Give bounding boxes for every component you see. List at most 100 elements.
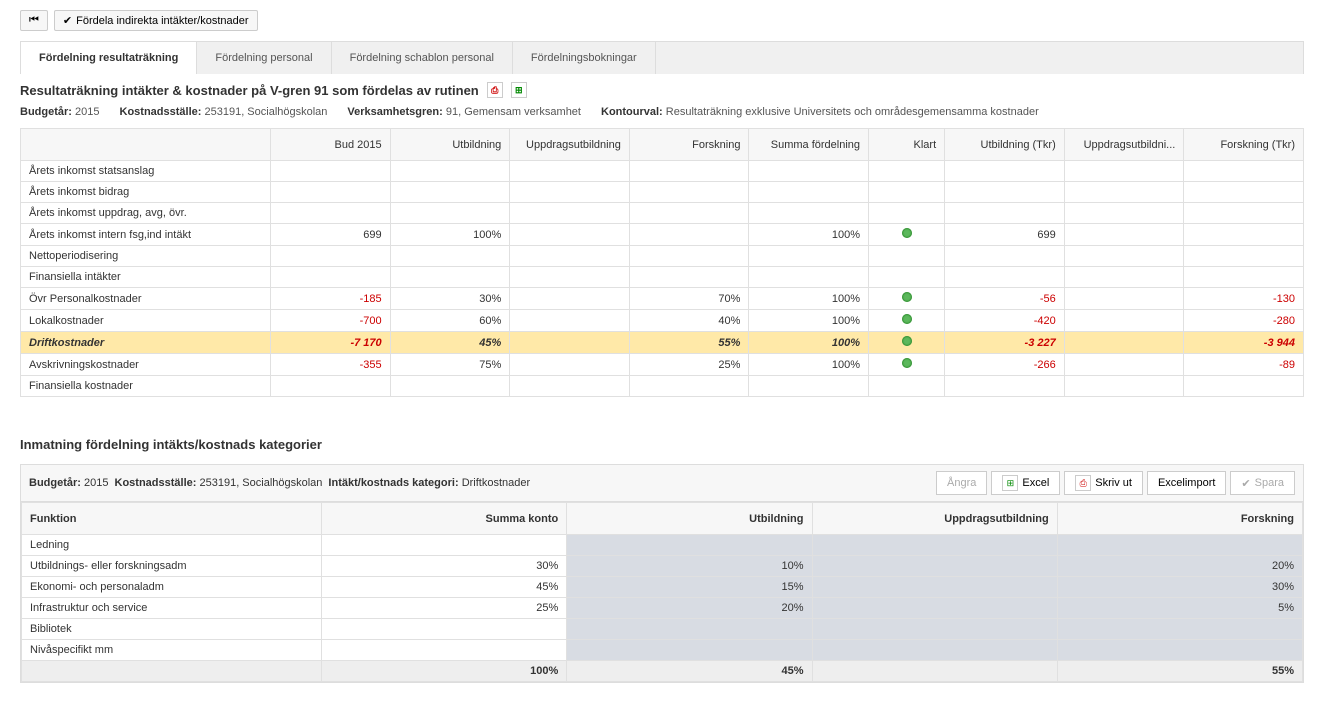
cell[interactable]: 10%: [567, 556, 812, 577]
col-uppd-tkr[interactable]: Uppdragsutbildni...: [1064, 129, 1184, 161]
cell: -700: [271, 310, 391, 332]
tab-fordelning-personal[interactable]: Fördelning personal: [197, 42, 331, 74]
cell: [510, 246, 630, 267]
excel-button[interactable]: ⊞Excel: [991, 471, 1060, 495]
cell[interactable]: [812, 640, 1057, 661]
cell[interactable]: 15%: [567, 577, 812, 598]
kontour-label: Kontourval:: [601, 106, 663, 118]
cell[interactable]: [812, 598, 1057, 619]
cell: 100%: [749, 224, 869, 246]
excelimport-button[interactable]: Excelimport: [1147, 471, 1226, 495]
cell[interactable]: 30%: [1057, 577, 1302, 598]
cell: [1184, 203, 1304, 224]
cell: [629, 224, 749, 246]
cell: Driftkostnader: [21, 332, 271, 354]
cell[interactable]: [1057, 640, 1302, 661]
col-uppd[interactable]: Uppdragsutbildning: [510, 129, 630, 161]
cell: -130: [1184, 288, 1304, 310]
table-row[interactable]: Avskrivningskostnader-35575%25%100%-266-…: [21, 354, 1304, 376]
tab-fordelning-schablon-personal[interactable]: Fördelning schablon personal: [332, 42, 513, 74]
results-table: Bud 2015 Utbildning Uppdragsutbildning F…: [20, 128, 1304, 397]
col-uppdragsutbildning[interactable]: Uppdragsutbildning: [812, 503, 1057, 535]
print-button[interactable]: ⎙Skriv ut: [1064, 471, 1143, 495]
cell: 45%: [390, 332, 510, 354]
cell[interactable]: [812, 556, 1057, 577]
cell[interactable]: [567, 619, 812, 640]
table-row[interactable]: Nettoperiodisering: [21, 246, 1304, 267]
excel-icon[interactable]: ⊞: [511, 82, 527, 98]
tab-fordelningsbokningar[interactable]: Fördelningsbokningar: [513, 42, 656, 74]
cell[interactable]: [812, 577, 1057, 598]
cell: [1184, 182, 1304, 203]
col-bud[interactable]: Bud 2015: [271, 129, 391, 161]
back-button[interactable]: ⏮: [20, 10, 48, 31]
table-row[interactable]: Övr Personalkostnader-18530%70%100%-56-1…: [21, 288, 1304, 310]
table-row[interactable]: Finansiella kostnader: [21, 376, 1304, 397]
distribute-button[interactable]: ✔ Fördela indirekta intäkter/kostnader: [54, 10, 258, 31]
section1-title: Resultaträkning intäkter & kostnader på …: [20, 82, 1304, 98]
cell[interactable]: [812, 619, 1057, 640]
cell[interactable]: [567, 640, 812, 661]
undo-button[interactable]: Ångra: [936, 471, 987, 495]
table-row[interactable]: Lokalkostnader-70060%40%100%-420-280: [21, 310, 1304, 332]
cell: [510, 182, 630, 203]
cell: 30%: [390, 288, 510, 310]
table-row[interactable]: Årets inkomst uppdrag, avg, övr.: [21, 203, 1304, 224]
cell[interactable]: 20%: [1057, 556, 1302, 577]
cell[interactable]: [1057, 535, 1302, 556]
cell: [1064, 354, 1184, 376]
cell-klart: [869, 354, 945, 376]
col-summa-konto[interactable]: Summa konto: [322, 503, 567, 535]
input-panel: Budgetår: 2015 Kostnadsställe: 253191, S…: [20, 464, 1304, 683]
table-row[interactable]: Bibliotek: [22, 619, 1303, 640]
col-klart[interactable]: Klart: [869, 129, 945, 161]
pdf-icon[interactable]: ⎙: [487, 82, 503, 98]
cell[interactable]: [567, 535, 812, 556]
cell[interactable]: [1057, 619, 1302, 640]
tab-fordelning-resultatrakning[interactable]: Fördelning resultaträkning: [21, 42, 197, 74]
cell: Övr Personalkostnader: [21, 288, 271, 310]
col-utb[interactable]: Utbildning: [390, 129, 510, 161]
cell: [1064, 376, 1184, 397]
table-row[interactable]: Driftkostnader-7 17045%55%100%-3 227-3 9…: [21, 332, 1304, 354]
table-row[interactable]: Nivåspecifikt mm: [22, 640, 1303, 661]
col-summa[interactable]: Summa fördelning: [749, 129, 869, 161]
p2-budget-year-value: 2015: [84, 477, 108, 489]
status-dot-icon: [902, 228, 912, 238]
table-row[interactable]: Årets inkomst bidrag: [21, 182, 1304, 203]
cell: Bibliotek: [22, 619, 322, 640]
cell: Årets inkomst uppdrag, avg, övr.: [21, 203, 271, 224]
table-row[interactable]: Utbildnings- eller forskningsadm30%10%20…: [22, 556, 1303, 577]
cell: -420: [945, 310, 1065, 332]
cell: 100%: [749, 288, 869, 310]
table-row[interactable]: Årets inkomst statsanslag: [21, 161, 1304, 182]
col-forsk-tkr[interactable]: Forskning (Tkr): [1184, 129, 1304, 161]
table-row[interactable]: Ledning: [22, 535, 1303, 556]
table-row[interactable]: Årets inkomst intern fsg,ind intäkt69910…: [21, 224, 1304, 246]
cell: [1064, 288, 1184, 310]
cell[interactable]: 5%: [1057, 598, 1302, 619]
col-utbildning[interactable]: Utbildning: [567, 503, 812, 535]
cell: [322, 535, 567, 556]
footer-blank: [22, 661, 322, 682]
cell: Finansiella intäkter: [21, 267, 271, 288]
footer-uppd: [812, 661, 1057, 682]
col-name[interactable]: [21, 129, 271, 161]
save-button[interactable]: ✔Spara: [1230, 471, 1295, 495]
table-row[interactable]: Finansiella intäkter: [21, 267, 1304, 288]
tabs: Fördelning resultaträkning Fördelning pe…: [20, 41, 1304, 74]
col-utb-tkr[interactable]: Utbildning (Tkr): [945, 129, 1065, 161]
cell: [271, 182, 391, 203]
col-funktion[interactable]: Funktion: [22, 503, 322, 535]
col-forskning[interactable]: Forskning: [1057, 503, 1302, 535]
col-forsk[interactable]: Forskning: [629, 129, 749, 161]
cell: [1184, 246, 1304, 267]
cell[interactable]: [812, 535, 1057, 556]
cell[interactable]: 20%: [567, 598, 812, 619]
cell: Utbildnings- eller forskningsadm: [22, 556, 322, 577]
p2-category-value: Driftkostnader: [462, 477, 530, 489]
table-row[interactable]: Ekonomi- och personaladm45%15%30%: [22, 577, 1303, 598]
cell-klart: [869, 161, 945, 182]
save-label: Spara: [1255, 477, 1284, 489]
table-row[interactable]: Infrastruktur och service25%20%5%: [22, 598, 1303, 619]
